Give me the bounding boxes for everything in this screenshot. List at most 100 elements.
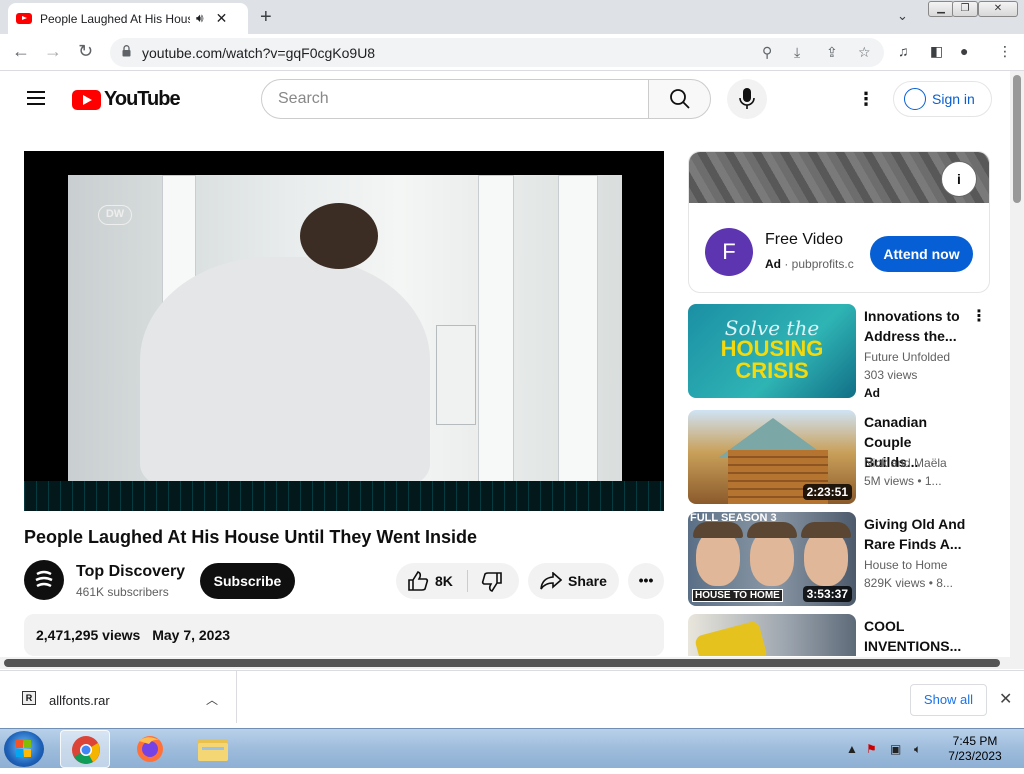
video-duration: 2:23:51 [802,484,852,500]
youtube-header: YouTube Search ⋮ Sign in [0,71,1010,127]
recommendation-thumbnail[interactable] [688,614,856,656]
share-label: Share [568,573,607,589]
thumbnail-caption: HOUSING CRISIS [720,336,824,383]
restore-window-button[interactable]: ❐ [952,1,978,17]
recommendation-thumbnail[interactable]: FULL SEASON 3 HOUSE TO HOME 3:53:37 [688,512,856,606]
share-page-icon[interactable]: ⇪ [826,44,838,61]
taskbar-firefox[interactable] [125,730,175,768]
sign-in-button[interactable]: Sign in [893,81,992,117]
recommendation-title[interactable]: Giving Old And Rare Finds A... [864,514,968,554]
lock-icon [122,45,131,57]
channel-name[interactable]: Top Discovery [76,563,185,581]
ad-card[interactable]: i F Free Video Ad · pubprofits.c Attend … [688,151,990,293]
media-control-icon[interactable]: ♫ [898,43,909,59]
video-person-hair [300,203,378,269]
install-app-icon[interactable]: ⤓ [794,44,800,61]
youtube-logo[interactable]: YouTube [72,88,181,111]
download-filename: allfonts.rar [49,693,110,708]
dw-watermark-logo: DW [98,205,132,225]
recommendation-thumbnail[interactable]: 2:23:51 [688,410,856,504]
recommendation-item[interactable]: Solve the HOUSING CRISIS Innovations to … [688,304,1008,400]
start-button[interactable] [4,731,44,767]
video-player[interactable]: DW [24,151,664,511]
tray-flag-icon[interactable]: ⚑ [866,742,877,756]
tray-volume-icon[interactable]: 🔈︎ [914,742,921,757]
video-frame [68,175,622,487]
url-text: youtube.com/watch?v=gqF0cgKo9U8 [142,45,376,61]
recommendation-item[interactable]: FULL SEASON 3 HOUSE TO HOME 3:53:37 Givi… [688,512,1008,606]
video-duration: 3:53:37 [802,586,852,602]
profile-avatar-icon[interactable]: ● [960,43,968,59]
recommendation-item[interactable]: COOL INVENTIONS... [688,614,1008,656]
share-button[interactable]: Share [528,563,619,599]
youtube-play-icon [72,89,101,110]
thumbs-up-icon[interactable] [407,571,429,591]
description-box[interactable]: 2,471,295 views May 7, 2023 [24,614,664,656]
ad-info-icon[interactable]: i [941,161,977,197]
more-actions-button[interactable]: ••• [628,563,664,599]
tray-expand-icon[interactable]: ▲ [846,742,858,756]
clock-time: 7:45 PM [952,734,998,748]
voice-search-button[interactable] [727,79,767,119]
channel-avatar[interactable] [24,560,64,600]
thumbnail-logo: HOUSE TO HOME [692,589,783,602]
side-panel-icon[interactable]: ◧ [930,43,943,60]
forward-arrow-icon[interactable]: → [44,41,62,62]
like-count[interactable]: 8K [435,573,453,589]
browser-tabbar: People Laughed At His House Until They W… [0,0,1024,34]
reload-icon[interactable]: ↻ [78,41,93,62]
close-window-button[interactable]: ✕ [978,1,1018,17]
vertical-scrollbar[interactable] [1010,71,1024,669]
tab-close-icon[interactable]: ✕ [216,10,228,27]
search-icon [670,89,690,109]
address-bar[interactable]: youtube.com/watch?v=gqF0cgKo9U8 ⚲ ⤓ ⇪ ☆ [110,38,884,67]
browser-tab[interactable]: People Laughed At His House Until They W… [8,3,248,34]
tray-network-icon[interactable]: ▣ [890,742,901,756]
show-all-button[interactable]: Show all [910,684,987,716]
bookmark-star-icon[interactable]: ☆ [858,44,871,61]
recommendation-item[interactable]: 2:23:51 Canadian Couple Builds... Nick a… [688,410,1008,504]
download-item[interactable]: R allfonts.rar ︿ [0,671,237,723]
taskbar-chrome[interactable] [60,730,110,768]
audio-playing-icon[interactable]: 🔊︎ [196,11,204,26]
browser-toolbar: ← → ↻ youtube.com/watch?v=gqF0cgKo9U8 ⚲ … [0,34,1024,71]
search-input[interactable]: Search [261,79,649,119]
recommendation-meta: 5M views • 1... [864,474,942,488]
new-tab-icon[interactable]: + [260,6,272,29]
horizontal-scrollbar[interactable] [0,657,1010,669]
thumbs-down-icon[interactable] [481,572,503,592]
taskbar-file-explorer[interactable] [188,730,238,768]
youtube-wordmark: YouTube [104,88,181,110]
share-arrow-icon [540,572,562,590]
recommendation-title[interactable]: Innovations to Address the... [864,306,968,346]
channel-logo-icon [35,570,53,588]
ad-title[interactable]: Free Video [765,231,843,249]
recommendation-thumbnail[interactable]: Solve the HOUSING CRISIS [688,304,856,398]
settings-more-icon[interactable]: ⋮ [857,89,875,110]
browser-menu-icon[interactable]: ⋮ [998,43,1012,60]
more-options-icon[interactable]: ⋮ [971,306,987,326]
minimize-window-button[interactable]: ▁ [928,1,954,17]
attend-now-button[interactable]: Attend now [870,236,973,272]
system-clock[interactable]: 7:45 PM 7/23/2023 [940,734,1010,764]
ad-advertiser-logo: F [705,228,753,276]
back-arrow-icon[interactable]: ← [12,41,30,62]
download-shelf: R allfonts.rar ︿ Show all ✕ [0,670,1024,728]
chrome-icon [72,736,100,764]
ad-meta-line: Ad · pubprofits.c [765,257,854,271]
search-button[interactable] [648,79,711,119]
vertical-scrollbar-thumb[interactable] [1013,75,1021,203]
ad-badge: Ad [864,386,880,400]
view-count: 2,471,295 views [36,627,141,643]
recommendation-title[interactable]: COOL INVENTIONS... [864,616,968,656]
rar-file-icon: R [22,691,36,705]
subscribe-button[interactable]: Subscribe [200,563,295,599]
ad-badge: Ad [765,257,781,271]
zoom-search-icon[interactable]: ⚲ [762,44,772,61]
hamburger-menu-icon[interactable] [27,91,45,105]
tab-search-chevron-icon[interactable]: ⌄ [897,8,908,24]
horizontal-scrollbar-thumb[interactable] [4,659,1000,667]
video-person [140,257,430,487]
chevron-up-icon[interactable]: ︿ [206,691,218,708]
close-shelf-icon[interactable]: ✕ [999,689,1012,709]
